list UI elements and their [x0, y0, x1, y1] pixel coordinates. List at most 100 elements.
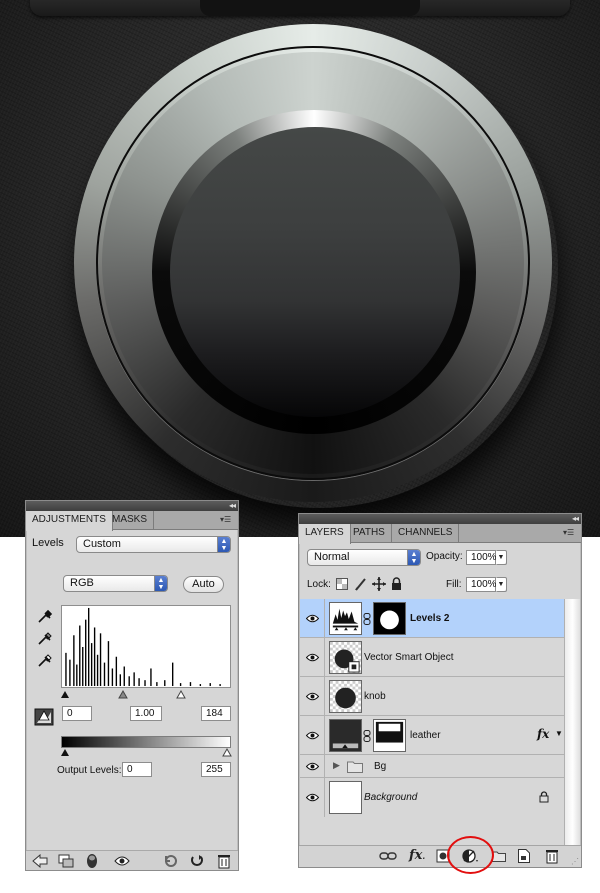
layer-name[interactable]: leather	[410, 730, 441, 741]
fill-field[interactable]: 100%	[466, 577, 497, 592]
add-layer-style-icon[interactable]: fx.	[409, 848, 425, 863]
layer-list: Levels 2 Vector Smart Object knob leathe…	[300, 599, 565, 845]
tab-layers[interactable]: LAYERS	[299, 524, 351, 544]
visibility-toggle[interactable]	[300, 599, 325, 637]
collapse-icon[interactable]: ◂◂	[572, 514, 579, 524]
visibility-toggle[interactable]	[300, 778, 325, 817]
delete-layer-icon[interactable]	[545, 848, 559, 864]
tab-channels[interactable]: CHANNELS	[392, 524, 460, 543]
previous-state-icon[interactable]	[163, 854, 179, 868]
toggle-visibility-mask-icon[interactable]	[86, 853, 98, 869]
eyedropper-gray-icon[interactable]	[37, 630, 53, 646]
reset-icon[interactable]	[189, 854, 205, 868]
layer-row-bg-group[interactable]: ▶ Bg	[300, 755, 565, 778]
top-bar-notch	[200, 0, 420, 16]
tab-adjustments[interactable]: ADJUSTMENTS	[26, 511, 113, 531]
opacity-dropdown[interactable]: ▼	[496, 550, 507, 565]
knob-face	[170, 127, 460, 417]
layers-footer: fx. ⋰	[299, 845, 581, 867]
trash-icon[interactable]	[217, 853, 231, 869]
annotation-circle	[447, 836, 494, 874]
layer-name[interactable]: Levels 2	[410, 613, 449, 624]
input-levels-slider[interactable]	[57, 689, 237, 699]
background-layer-thumbnail	[329, 781, 362, 814]
new-group-icon[interactable]	[492, 850, 506, 862]
new-layer-icon[interactable]	[518, 849, 530, 863]
knob-layer-thumbnail	[329, 680, 362, 713]
preset-select[interactable]: Custom ▲ ▼	[76, 536, 231, 553]
layer-row-levels-2[interactable]: Levels 2	[300, 599, 565, 638]
lock-image-icon[interactable]	[354, 577, 368, 591]
layers-scrollbar[interactable]	[564, 599, 580, 845]
eyedropper-black-icon[interactable]	[37, 608, 53, 624]
layer-name[interactable]: Background	[364, 792, 417, 803]
eye-icon[interactable]	[114, 855, 130, 867]
tab-masks[interactable]: MASKS	[106, 511, 155, 530]
chain-link-icon[interactable]	[363, 613, 371, 625]
collapse-icon[interactable]: ◂◂	[229, 501, 236, 511]
panel-menu-icon[interactable]: ▾☰	[563, 527, 577, 539]
opacity-label: Opacity:	[426, 551, 463, 562]
output-white-field[interactable]: 255	[201, 762, 231, 777]
layer-mask-thumbnail[interactable]	[373, 602, 406, 635]
lock-transparent-icon[interactable]	[336, 578, 348, 590]
panel-titlebar[interactable]: ◂◂	[299, 514, 581, 524]
eye-icon[interactable]	[306, 614, 319, 623]
output-levels-slider[interactable]	[57, 747, 237, 757]
eye-icon[interactable]	[306, 793, 319, 802]
visibility-toggle[interactable]	[300, 755, 325, 777]
blend-mode-select[interactable]: Normal ▲ ▼	[307, 549, 421, 566]
opacity-field[interactable]: 100%	[466, 550, 497, 565]
folder-icon	[347, 761, 363, 773]
panel-menu-icon[interactable]: ▾☰	[220, 514, 234, 526]
chain-link-icon[interactable]	[363, 730, 371, 742]
eye-icon[interactable]	[306, 653, 319, 662]
fill-dropdown[interactable]: ▼	[496, 577, 507, 592]
input-gamma-field[interactable]: 1.00	[130, 706, 162, 721]
visibility-toggle[interactable]	[300, 677, 325, 715]
resize-grip-icon[interactable]: ⋰	[571, 857, 579, 866]
leather-top-bar	[30, 0, 570, 16]
fill-label: Fill:	[446, 579, 462, 590]
lock-all-icon[interactable]	[391, 577, 402, 591]
channel-select[interactable]: RGB ▲ ▼	[63, 575, 168, 592]
link-layers-icon[interactable]	[379, 851, 397, 861]
layer-row-leather[interactable]: leather fx ▼	[300, 716, 565, 755]
chevron-down-icon[interactable]: ▼	[555, 729, 563, 738]
layer-name[interactable]: Bg	[374, 761, 386, 772]
clip-to-layer-icon[interactable]	[58, 854, 74, 868]
layers-tabs: LAYERS PATHS CHANNELS	[299, 524, 581, 544]
output-black-field[interactable]: 0	[122, 762, 152, 777]
clipping-warning-icon[interactable]	[34, 708, 54, 726]
levels-adjustment-thumbnail	[329, 602, 362, 635]
channel-value: RGB	[70, 577, 94, 589]
fx-icon[interactable]: fx	[537, 727, 549, 741]
eye-icon[interactable]	[306, 762, 319, 771]
eye-icon[interactable]	[306, 731, 319, 740]
select-arrows-icon: ▲ ▼	[154, 576, 167, 591]
input-white-field[interactable]: 184	[201, 706, 231, 721]
layer-name[interactable]: Vector Smart Object	[364, 652, 453, 663]
layer-mask-thumbnail[interactable]	[373, 719, 406, 752]
layer-row-vector-smart-object[interactable]: Vector Smart Object	[300, 638, 565, 677]
eye-icon[interactable]	[306, 692, 319, 701]
eyedropper-white-icon[interactable]	[37, 652, 53, 668]
layer-row-background[interactable]: Background	[300, 778, 565, 817]
panel-titlebar[interactable]: ◂◂	[26, 501, 238, 511]
tab-paths[interactable]: PATHS	[347, 524, 392, 543]
blend-mode-value: Normal	[314, 551, 350, 563]
visibility-toggle[interactable]	[300, 716, 325, 754]
select-arrows-icon: ▲ ▼	[407, 550, 420, 565]
layer-name[interactable]: knob	[364, 691, 386, 702]
lock-position-icon[interactable]	[372, 577, 386, 591]
disclosure-triangle-icon[interactable]: ▶	[333, 760, 340, 771]
auto-button[interactable]: Auto	[183, 576, 224, 593]
output-levels-label: Output Levels:	[57, 765, 122, 776]
input-black-field[interactable]: 0	[62, 706, 92, 721]
back-arrow-icon[interactable]	[32, 854, 48, 868]
chevron-down-icon: ▼	[496, 578, 506, 591]
layer-row-knob[interactable]: knob	[300, 677, 565, 716]
adjustments-tabs: ADJUSTMENTS MASKS	[26, 511, 238, 531]
leather-layer-thumbnail	[329, 719, 362, 752]
visibility-toggle[interactable]	[300, 638, 325, 676]
